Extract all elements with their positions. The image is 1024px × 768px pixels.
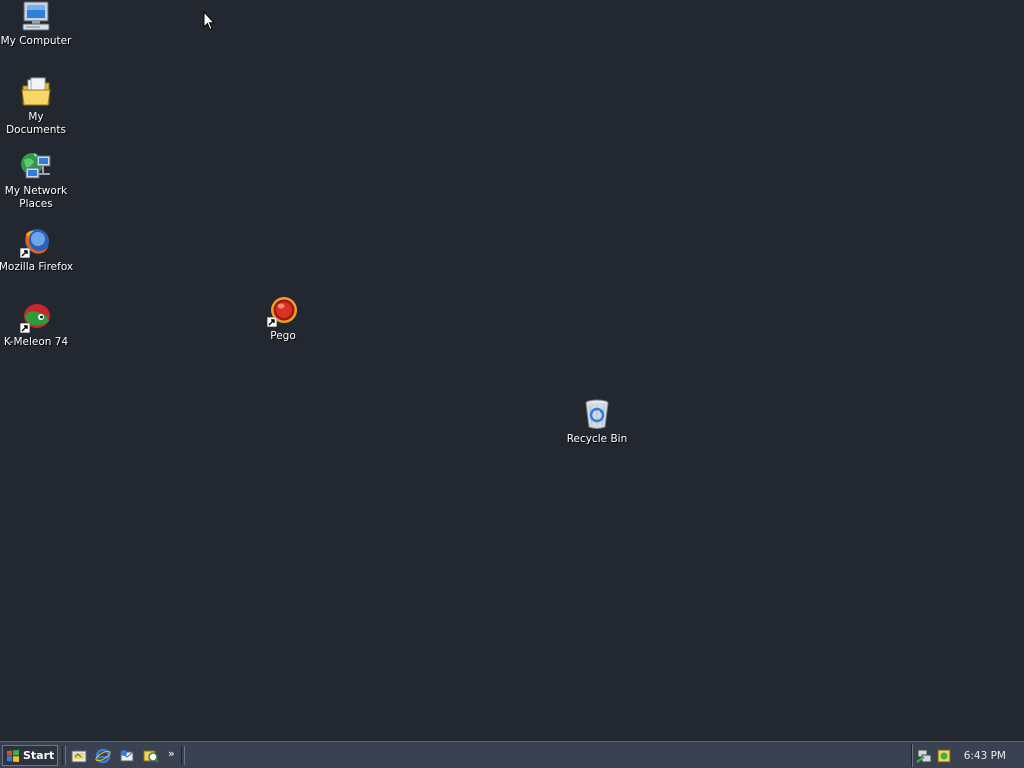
desktop-icon-my-network-places[interactable]: My Network Places: [0, 150, 74, 211]
network-places-icon: [20, 150, 52, 182]
clock[interactable]: 6:43 PM: [964, 750, 1006, 762]
system-tray: 6:43 PM: [911, 744, 1024, 767]
network-status-icon[interactable]: [916, 748, 932, 764]
desktop-icon-label: Pego: [270, 330, 296, 342]
my-computer-icon: [20, 0, 52, 32]
shortcut-arrow-icon: [20, 248, 30, 258]
folder-documents-icon: [20, 76, 52, 108]
shortcut-arrow-icon: [267, 317, 277, 327]
media-icon[interactable]: [142, 747, 160, 765]
show-desktop-icon[interactable]: [70, 747, 88, 765]
desktop-icon-label: My Documents: [6, 111, 66, 136]
desktop-icon-label: K-Meleon 74: [3, 336, 69, 348]
taskbar: Start » 6:43 PM: [0, 741, 1024, 768]
quick-launch-overflow-button[interactable]: »: [168, 747, 175, 760]
security-shield-icon[interactable]: [936, 748, 952, 764]
desktop-icon-k-meleon[interactable]: K-Meleon 74: [0, 301, 74, 349]
desktop-icon-pego[interactable]: Pego: [245, 295, 321, 343]
shortcut-arrow-icon: [20, 323, 30, 333]
desktop-icon-label: My Network Places: [4, 185, 68, 210]
pego-icon: [267, 295, 299, 327]
start-label: Start: [23, 749, 55, 762]
desktop-icon-label: Recycle Bin: [566, 433, 628, 445]
desktop[interactable]: My Computer My Documents My Network Plac…: [0, 0, 1024, 741]
taskbar-divider: [62, 746, 66, 765]
recycle-bin-icon: [581, 398, 613, 430]
windows-logo-icon: [7, 749, 19, 762]
desktop-icon-label: Mozilla Firefox: [0, 261, 74, 273]
firefox-icon: [20, 226, 52, 258]
taskbar-divider: [181, 746, 185, 765]
mouse-cursor-icon: [203, 11, 215, 31]
internet-explorer-icon[interactable]: [94, 747, 112, 765]
kmeleon-icon: [20, 301, 52, 333]
desktop-icon-my-documents[interactable]: My Documents: [0, 76, 74, 137]
start-button[interactable]: Start: [2, 745, 58, 766]
outlook-express-icon[interactable]: [118, 747, 136, 765]
desktop-icon-label: My Computer: [0, 35, 72, 47]
quick-launch-toolbar: [70, 747, 160, 765]
desktop-icon-mozilla-firefox[interactable]: Mozilla Firefox: [0, 226, 74, 274]
desktop-icon-recycle-bin[interactable]: Recycle Bin: [559, 398, 635, 446]
desktop-icon-my-computer[interactable]: My Computer: [0, 0, 74, 48]
